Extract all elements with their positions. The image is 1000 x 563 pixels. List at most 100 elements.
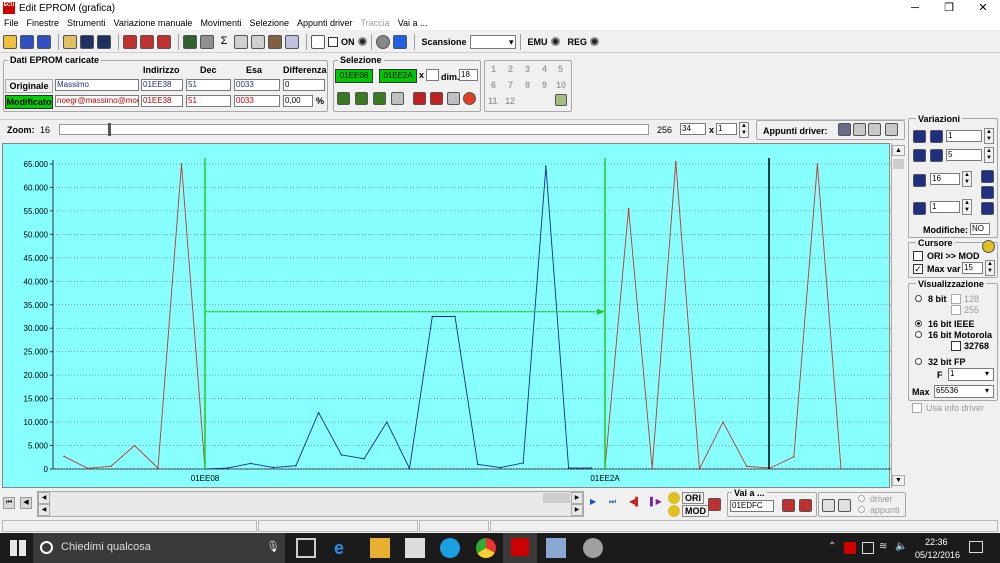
bookmark-7[interactable]: 7 [508, 80, 513, 90]
tray-chevron-icon[interactable]: ⌃ [828, 541, 836, 552]
tools-icon[interactable] [268, 34, 282, 49]
clipboard-paste-icon[interactable] [853, 123, 866, 136]
percent-field[interactable]: 5 [946, 149, 982, 161]
menu-selezione[interactable]: Selezione [245, 16, 293, 30]
search-box[interactable]: Chiedimi qualcosa 🎙 [33, 533, 285, 563]
checksum-icon[interactable] [157, 34, 171, 49]
lock-icon[interactable] [375, 34, 390, 49]
window-icon[interactable] [37, 34, 51, 49]
step-spinner[interactable]: ▲ ▼ [984, 128, 994, 144]
sigma-icon[interactable]: Σ [217, 35, 231, 49]
originale-diff-field[interactable]: 0 [283, 79, 325, 91]
clipboard-copy-icon[interactable] [838, 123, 851, 136]
next-page-button[interactable]: ▶ [590, 497, 602, 509]
clock-date[interactable]: 05/12/2016 [915, 550, 960, 560]
percent-spinner[interactable]: ▲ ▼ [984, 147, 994, 163]
radio-8bit[interactable] [915, 295, 922, 302]
max-select-arrow-icon[interactable]: ▾ [985, 386, 989, 395]
edit-icon[interactable] [200, 34, 214, 49]
mod-button[interactable]: MOD [682, 505, 709, 517]
on-checkbox[interactable] [328, 36, 338, 47]
ori-mod-checkbox[interactable] [913, 251, 923, 261]
hscroll-thumb[interactable] [543, 493, 570, 503]
ori-button[interactable]: ORI [682, 492, 705, 504]
address-scrollbar[interactable]: ◀ ▶ ◀ ▶ [37, 491, 584, 517]
microphone-icon[interactable]: 🎙 [266, 540, 280, 553]
skype-icon[interactable] [440, 538, 460, 558]
d-icon[interactable] [981, 202, 994, 215]
ecu-task-active[interactable] [503, 533, 537, 563]
zoom-slider-thumb[interactable] [108, 123, 111, 136]
cursor-lock-icon[interactable] [982, 240, 995, 253]
scroll-down-button[interactable]: ▼ [892, 475, 905, 486]
hscroll2-right-button[interactable]: ▶ [571, 504, 583, 516]
task-view-icon[interactable] [296, 538, 316, 558]
bookmark-12[interactable]: 12 [505, 96, 515, 106]
plus-step-icon[interactable] [913, 130, 926, 143]
app-task-icon[interactable] [546, 538, 566, 558]
select-start-icon[interactable] [337, 92, 350, 105]
modificato-button[interactable]: Modificato [5, 95, 53, 109]
cut-selection-icon[interactable] [447, 92, 460, 105]
eprom-chart[interactable]: 0 5.000 10.000 15.000 20.000 25.000 30.000 35.0… [2, 143, 891, 488]
max-var-field[interactable]: 15 [962, 262, 983, 274]
max-var-checkbox[interactable]: ✓ [913, 264, 923, 274]
close-button[interactable]: ✕ [966, 0, 1000, 16]
prev-diff-button[interactable]: ◀▌ [629, 497, 643, 509]
copy-selection-icon[interactable] [413, 92, 426, 105]
hscroll-right-button[interactable]: ▶ [571, 492, 583, 504]
p-spinner[interactable]: ▲ ▼ [962, 199, 972, 215]
menu-strumenti[interactable]: Strumenti [63, 16, 110, 30]
m-icon[interactable] [981, 170, 994, 183]
tray-volume-icon[interactable]: 🔈 [895, 541, 907, 552]
dim-field[interactable]: 18 [459, 69, 478, 81]
step-field[interactable]: 1 [946, 130, 982, 142]
next-diff-button[interactable]: ▌▶ [650, 497, 664, 509]
clipboard-clear-icon[interactable] [885, 123, 898, 136]
zoom-slider[interactable] [59, 123, 649, 136]
originale-name-field[interactable]: Massimo [55, 79, 139, 91]
zoom-field[interactable]: 34 [680, 123, 706, 135]
bookmark-10[interactable]: 10 [556, 80, 566, 90]
p-field[interactable]: 1 [930, 201, 960, 213]
maximize-button[interactable]: ❐ [932, 0, 966, 16]
chrome-icon[interactable] [476, 538, 496, 558]
vai-a-field[interactable]: 01EDFC [730, 500, 774, 512]
minus-step-icon[interactable] [930, 130, 943, 143]
set-value-spinner[interactable]: ▲ ▼ [962, 171, 972, 187]
text-icon[interactable] [311, 34, 325, 49]
h-icon[interactable] [981, 186, 994, 199]
set-value-field[interactable]: 16 [930, 173, 960, 185]
radio-16bit-ieee[interactable] [915, 320, 922, 327]
tray-wifi-icon[interactable]: ≋ [879, 541, 887, 552]
menu-finestre[interactable]: Finestre [23, 16, 64, 30]
radio-32bit-fp[interactable] [915, 358, 922, 365]
windows-start-icon[interactable] [10, 540, 26, 556]
prev-page-button[interactable]: ◀ [20, 497, 32, 509]
edge-icon[interactable]: e [334, 538, 354, 558]
modificato-indirizzo-field[interactable]: 01EE38 [141, 95, 183, 107]
f-select-arrow-icon[interactable]: ▾ [985, 369, 989, 378]
modificato-name-field[interactable]: noegr@massimo@mod [55, 95, 139, 107]
bookmark-2[interactable]: 2 [508, 64, 513, 74]
save-as-icon[interactable] [97, 34, 111, 49]
paste-selection-icon[interactable] [430, 92, 443, 105]
selection-end-field[interactable]: 01EE2A [379, 69, 417, 83]
scroll-thumb[interactable] [893, 159, 904, 169]
explorer-icon[interactable] [370, 538, 390, 558]
select-range-icon[interactable] [373, 92, 386, 105]
tray-acrobat-icon[interactable] [844, 542, 856, 554]
menu-vai-a[interactable]: Vai a ... [394, 16, 432, 30]
menu-file[interactable]: File [0, 16, 23, 30]
ori-lock-icon[interactable] [668, 492, 680, 504]
print-preview-icon[interactable] [234, 34, 248, 49]
goto-mod-icon[interactable] [799, 499, 812, 512]
modificato-dec-field[interactable]: 51 [186, 95, 231, 107]
menu-variazione-manuale[interactable]: Variazione manuale [110, 16, 197, 30]
minimize-button[interactable]: ─ [898, 0, 932, 16]
minus-percent-icon[interactable] [930, 149, 943, 162]
bookmark-6[interactable]: 6 [491, 80, 496, 90]
hscroll2-left-button[interactable]: ◀ [38, 504, 50, 516]
bookmark-9[interactable]: 9 [542, 80, 547, 90]
selection-x-field[interactable] [426, 69, 439, 81]
